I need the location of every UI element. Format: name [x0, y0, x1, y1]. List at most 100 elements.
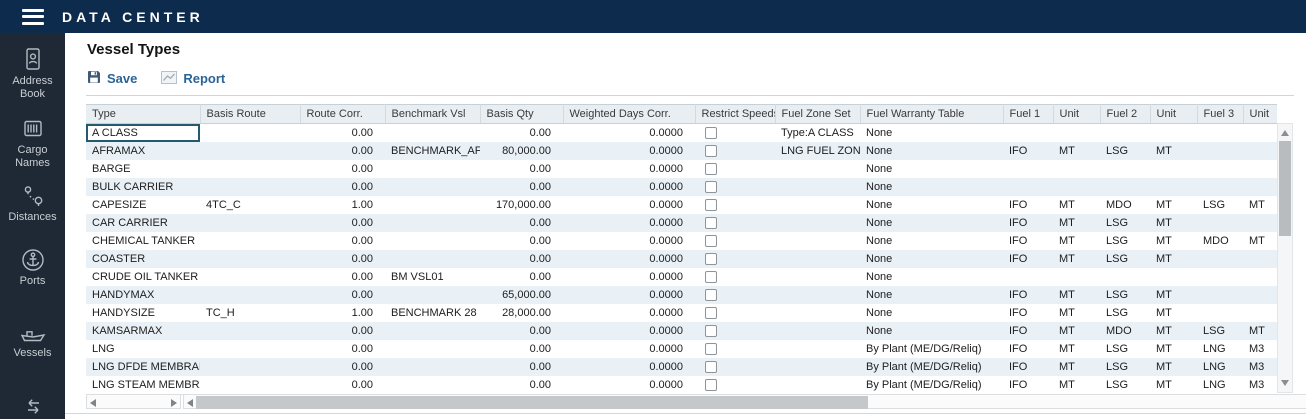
cell-fuel1[interactable]: IFO	[1003, 376, 1053, 395]
cell-weighted_days_corr[interactable]: 0.0000	[563, 286, 695, 304]
scroll-left-icon[interactable]	[88, 396, 99, 409]
cell-type[interactable]: CAR CARRIER	[86, 214, 200, 232]
restrict-speeds-checkbox[interactable]	[705, 289, 717, 301]
table-row[interactable]: KAMSARMAX0.000.000.0000NoneIFOMTMDOMTLSG…	[86, 322, 1277, 340]
column-header-fuel1[interactable]: Fuel 1	[1003, 105, 1053, 124]
cell-weighted_days_corr[interactable]: 0.0000	[563, 358, 695, 376]
cell-unit3[interactable]: M3	[1243, 340, 1277, 358]
sidebar-item-cargo-names[interactable]: Cargo Names	[0, 115, 65, 169]
cell-basis_route[interactable]	[200, 268, 300, 286]
cell-benchmark_vsl[interactable]	[385, 160, 480, 178]
cell-fuel3[interactable]	[1197, 142, 1243, 160]
cell-basis_qty[interactable]: 0.00	[480, 178, 563, 196]
table-row[interactable]: A CLASS0.000.000.0000Type:A CLASSNone	[86, 124, 1277, 143]
cell-fuel1[interactable]: IFO	[1003, 214, 1053, 232]
cell-weighted_days_corr[interactable]: 0.0000	[563, 304, 695, 322]
cell-basis_qty[interactable]: 80,000.00	[480, 142, 563, 160]
cell-fuel2[interactable]	[1100, 124, 1150, 143]
cell-route_corr[interactable]: 0.00	[300, 268, 385, 286]
restrict-speeds-checkbox[interactable]	[705, 181, 717, 193]
cell-type[interactable]: BARGE	[86, 160, 200, 178]
cell-fuel3[interactable]	[1197, 250, 1243, 268]
cell-fuel2[interactable]	[1100, 160, 1150, 178]
table-row[interactable]: CHEMICAL TANKER0.000.000.0000NoneIFOMTLS…	[86, 232, 1277, 250]
cell-restrict_speeds[interactable]	[695, 340, 775, 358]
cell-fuel_warranty_table[interactable]: None	[860, 304, 1003, 322]
column-header-fuel2[interactable]: Fuel 2	[1100, 105, 1150, 124]
cell-unit3[interactable]: MT	[1243, 322, 1277, 340]
cell-basis_route[interactable]	[200, 250, 300, 268]
cell-unit2[interactable]: MT	[1150, 286, 1197, 304]
table-row[interactable]: CAR CARRIER0.000.000.0000NoneIFOMTLSGMT	[86, 214, 1277, 232]
scroll-right-icon[interactable]	[168, 396, 179, 409]
cell-fuel_warranty_table[interactable]: None	[860, 160, 1003, 178]
cell-type[interactable]: LNG DFDE MEMBRAN	[86, 358, 200, 376]
cell-fuel_zone_set[interactable]	[775, 160, 860, 178]
cell-fuel3[interactable]: LSG	[1197, 322, 1243, 340]
cell-fuel_zone_set[interactable]	[775, 196, 860, 214]
restrict-speeds-checkbox[interactable]	[705, 127, 717, 139]
cell-fuel_zone_set[interactable]	[775, 232, 860, 250]
cell-benchmark_vsl[interactable]	[385, 214, 480, 232]
table-row[interactable]: LNG DFDE MEMBRAN0.000.000.0000By Plant (…	[86, 358, 1277, 376]
cell-fuel1[interactable]: IFO	[1003, 304, 1053, 322]
cell-restrict_speeds[interactable]	[695, 178, 775, 196]
cell-unit3[interactable]: M3	[1243, 358, 1277, 376]
cell-restrict_speeds[interactable]	[695, 358, 775, 376]
column-header-unit2[interactable]: Unit	[1150, 105, 1197, 124]
restrict-speeds-checkbox[interactable]	[705, 235, 717, 247]
restrict-speeds-checkbox[interactable]	[705, 361, 717, 373]
cell-basis_qty[interactable]: 0.00	[480, 250, 563, 268]
cell-unit3[interactable]	[1243, 304, 1277, 322]
cell-fuel_warranty_table[interactable]: None	[860, 232, 1003, 250]
cell-basis_route[interactable]: 4TC_C	[200, 196, 300, 214]
cell-unit2[interactable]	[1150, 124, 1197, 143]
cell-fuel_warranty_table[interactable]: None	[860, 286, 1003, 304]
cell-weighted_days_corr[interactable]: 0.0000	[563, 196, 695, 214]
table-row[interactable]: LNG0.000.000.0000By Plant (ME/DG/Reliq)I…	[86, 340, 1277, 358]
cell-route_corr[interactable]: 0.00	[300, 160, 385, 178]
table-row[interactable]: LNG STEAM MEMBRA0.000.000.0000By Plant (…	[86, 376, 1277, 395]
cell-route_corr[interactable]: 0.00	[300, 358, 385, 376]
cell-unit3[interactable]	[1243, 250, 1277, 268]
cell-fuel_warranty_table[interactable]: None	[860, 214, 1003, 232]
cell-unit1[interactable]: MT	[1053, 376, 1100, 395]
cell-weighted_days_corr[interactable]: 0.0000	[563, 232, 695, 250]
column-header-basis_route[interactable]: Basis Route	[200, 105, 300, 124]
cell-fuel_warranty_table[interactable]: By Plant (ME/DG/Reliq)	[860, 340, 1003, 358]
report-button[interactable]: Report	[161, 71, 225, 87]
cell-unit1[interactable]: MT	[1053, 322, 1100, 340]
cell-fuel_warranty_table[interactable]: None	[860, 178, 1003, 196]
cell-fuel_warranty_table[interactable]: None	[860, 250, 1003, 268]
cell-route_corr[interactable]: 1.00	[300, 196, 385, 214]
cell-basis_qty[interactable]: 170,000.00	[480, 196, 563, 214]
table-row[interactable]: BARGE0.000.000.0000None	[86, 160, 1277, 178]
cell-weighted_days_corr[interactable]: 0.0000	[563, 142, 695, 160]
cell-fuel2[interactable]	[1100, 178, 1150, 196]
cell-route_corr[interactable]: 0.00	[300, 250, 385, 268]
cell-unit1[interactable]: MT	[1053, 250, 1100, 268]
sidebar-item-vessels[interactable]: Vessels	[0, 322, 65, 360]
cell-fuel_warranty_table[interactable]: None	[860, 196, 1003, 214]
save-button[interactable]: Save	[87, 70, 137, 87]
cell-basis_route[interactable]	[200, 232, 300, 250]
cell-basis_route[interactable]	[200, 286, 300, 304]
column-header-fuel3[interactable]: Fuel 3	[1197, 105, 1243, 124]
cell-unit1[interactable]	[1053, 268, 1100, 286]
cell-benchmark_vsl[interactable]	[385, 340, 480, 358]
cell-fuel1[interactable]: IFO	[1003, 196, 1053, 214]
cell-unit1[interactable]: MT	[1053, 214, 1100, 232]
cell-unit3[interactable]	[1243, 214, 1277, 232]
cell-basis_qty[interactable]: 0.00	[480, 160, 563, 178]
cell-route_corr[interactable]: 0.00	[300, 376, 385, 395]
cell-weighted_days_corr[interactable]: 0.0000	[563, 268, 695, 286]
column-header-fuel_zone_set[interactable]: Fuel Zone Set	[775, 105, 860, 124]
cell-route_corr[interactable]: 0.00	[300, 232, 385, 250]
cell-weighted_days_corr[interactable]: 0.0000	[563, 214, 695, 232]
cell-fuel2[interactable]: LSG	[1100, 232, 1150, 250]
cell-fuel1[interactable]: IFO	[1003, 250, 1053, 268]
cell-unit3[interactable]: MT	[1243, 232, 1277, 250]
cell-fuel1[interactable]: IFO	[1003, 322, 1053, 340]
sidebar-item-ports[interactable]: Ports	[0, 248, 65, 288]
cell-fuel3[interactable]	[1197, 214, 1243, 232]
